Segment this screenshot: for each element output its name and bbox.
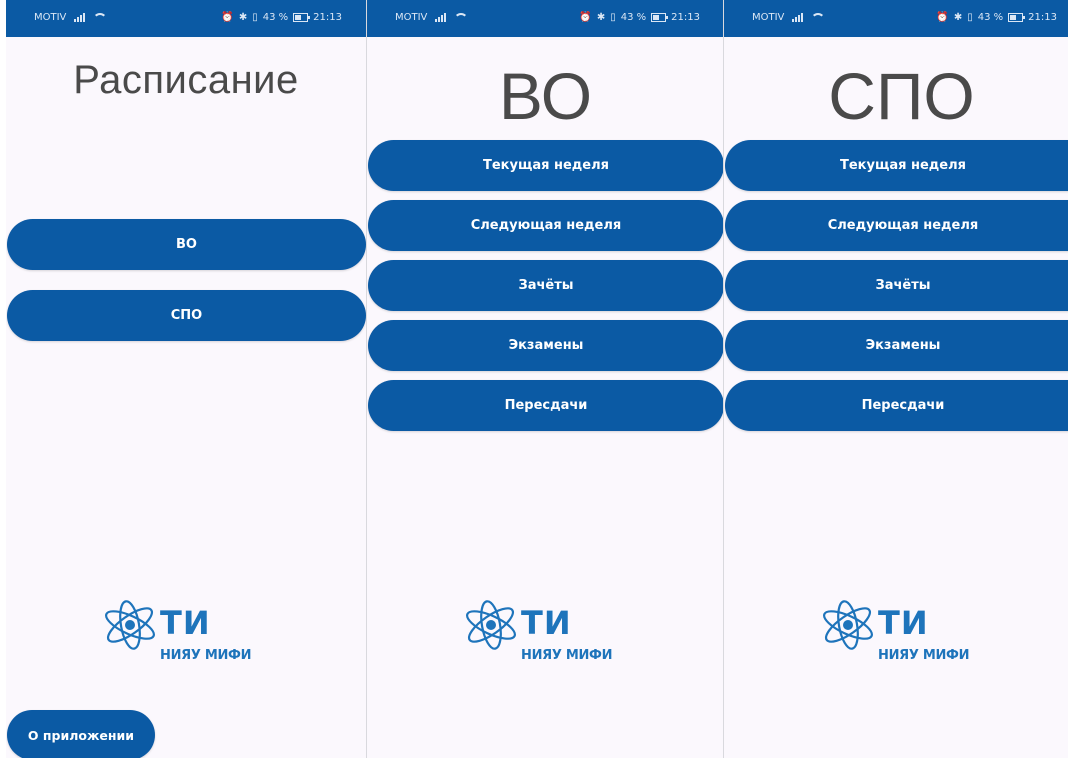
signal-icon	[74, 13, 86, 22]
ti-mephi-logo: ТИ НИЯУ МИФИ	[820, 588, 990, 678]
signal-icon	[792, 13, 804, 22]
screen-spo: MOTIV ⏰ ✱ ▯ 43 % 21:13 СПО Текущая недел…	[723, 0, 1068, 758]
clock: 21:13	[313, 12, 342, 23]
logo-subtitle: НИЯУ МИФИ	[521, 648, 613, 663]
atom-icon	[105, 600, 155, 650]
ti-mephi-logo: ТИ НИЯУ МИФИ	[102, 588, 272, 678]
exams-button[interactable]: Экзамены	[725, 320, 1068, 371]
battery-icon	[1008, 13, 1026, 22]
battery-percent: 43 %	[262, 12, 289, 23]
spo-button[interactable]: СПО	[7, 290, 366, 341]
retakes-button[interactable]: Пересдачи	[368, 380, 724, 431]
vo-button[interactable]: ВО	[7, 219, 366, 270]
next-week-button[interactable]: Следующая неделя	[725, 200, 1068, 251]
bluetooth-icon: ✱	[238, 12, 248, 23]
alarm-icon: ⏰	[936, 12, 949, 23]
current-week-button[interactable]: Текущая неделя	[368, 140, 724, 191]
clock: 21:13	[671, 12, 700, 23]
battery-icon	[651, 13, 669, 22]
carrier-label: MOTIV	[34, 12, 67, 23]
battery-icon	[293, 13, 311, 22]
status-bar: MOTIV ⏰ ✱ ▯ 43 % 21:13	[724, 0, 1068, 37]
ti-mephi-logo: ТИ НИЯУ МИФИ	[463, 588, 633, 678]
battery-percent: 43 %	[977, 12, 1004, 23]
vibrate-icon: ▯	[967, 12, 973, 23]
atom-icon	[823, 600, 873, 650]
screen-main: MOTIV ⏰ ✱ ▯ 43 % 21:13 Расписание ВО СПО…	[6, 0, 366, 758]
page-title: СПО	[828, 59, 975, 133]
bluetooth-icon: ✱	[596, 12, 606, 23]
about-button[interactable]: О приложении	[7, 710, 155, 758]
wifi-icon	[93, 13, 108, 22]
battery-percent: 43 %	[620, 12, 647, 23]
status-bar: MOTIV ⏰ ✱ ▯ 43 % 21:13	[367, 0, 724, 37]
exams-button[interactable]: Экзамены	[368, 320, 724, 371]
next-week-button[interactable]: Следующая неделя	[368, 200, 724, 251]
clock: 21:13	[1028, 12, 1057, 23]
credits-button[interactable]: Зачёты	[725, 260, 1068, 311]
alarm-icon: ⏰	[579, 12, 592, 23]
logo-abbr: ТИ	[160, 604, 211, 642]
vibrate-icon: ▯	[252, 12, 258, 23]
screen-vo: MOTIV ⏰ ✱ ▯ 43 % 21:13 ВО Текущая неделя…	[366, 0, 724, 758]
carrier-label: MOTIV	[752, 12, 785, 23]
bluetooth-icon: ✱	[953, 12, 963, 23]
carrier-label: MOTIV	[395, 12, 428, 23]
logo-abbr: ТИ	[878, 604, 929, 642]
page-title: ВО	[498, 59, 593, 133]
wifi-icon	[454, 13, 469, 22]
alarm-icon: ⏰	[221, 12, 234, 23]
credits-button[interactable]: Зачёты	[368, 260, 724, 311]
logo-abbr: ТИ	[521, 604, 572, 642]
retakes-button[interactable]: Пересдачи	[725, 380, 1068, 431]
logo-subtitle: НИЯУ МИФИ	[878, 648, 970, 663]
wifi-icon	[811, 13, 826, 22]
status-bar: MOTIV ⏰ ✱ ▯ 43 % 21:13	[6, 0, 366, 37]
page-title: Расписание	[73, 58, 299, 102]
atom-icon	[466, 600, 516, 650]
signal-icon	[435, 13, 447, 22]
current-week-button[interactable]: Текущая неделя	[725, 140, 1068, 191]
vibrate-icon: ▯	[610, 12, 616, 23]
logo-subtitle: НИЯУ МИФИ	[160, 648, 252, 663]
